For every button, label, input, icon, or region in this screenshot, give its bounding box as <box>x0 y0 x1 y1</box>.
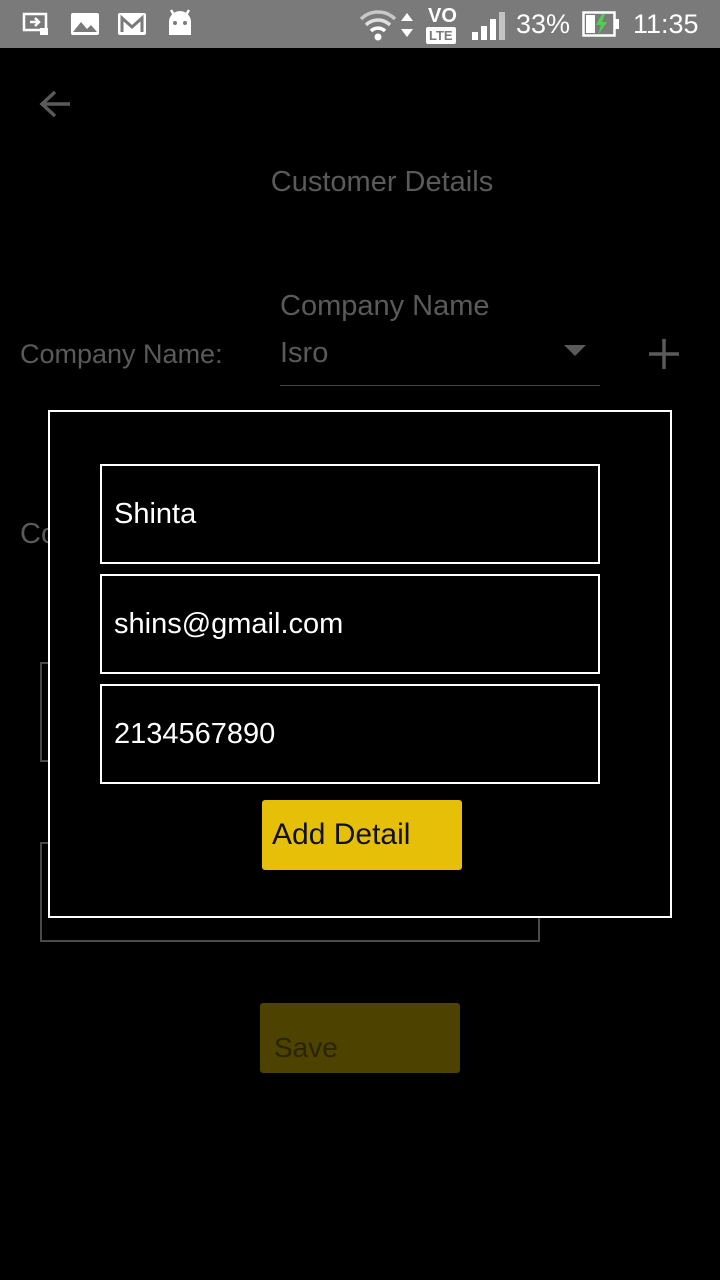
dropdown-caret-icon[interactable] <box>564 345 586 356</box>
back-arrow-icon[interactable] <box>36 84 76 124</box>
screen-cast-icon <box>22 12 48 35</box>
status-bar: VO LTE 33% 11:35 <box>0 0 720 48</box>
page-title: Customer Details <box>270 166 494 198</box>
gallery-icon <box>71 13 99 35</box>
add-detail-button[interactable]: Add Detail <box>262 800 462 870</box>
volte-text: VO <box>428 5 457 27</box>
gmail-icon <box>118 13 146 35</box>
data-arrows-icon <box>401 13 413 37</box>
android-icon <box>169 9 191 35</box>
battery-charging-icon <box>582 11 619 37</box>
battery-percent: 33% <box>516 9 571 39</box>
clock: 11:35 <box>633 9 699 39</box>
wifi-icon <box>359 10 397 41</box>
company-name-label: Company Name: <box>20 339 223 369</box>
lte-badge: LTE <box>426 27 456 44</box>
save-button[interactable]: Save <box>260 1003 460 1073</box>
add-company-plus-icon[interactable] <box>646 336 682 372</box>
spinner-underline <box>280 385 600 386</box>
name-field[interactable] <box>100 464 600 564</box>
screen: VO LTE 33% 11:35 Customer Details Compan… <box>0 0 720 1280</box>
email-field[interactable] <box>100 574 600 674</box>
company-name-hint: Company Name <box>280 290 490 322</box>
signal-icon <box>472 12 505 40</box>
add-detail-dialog: Add Detail <box>48 410 672 918</box>
phone-field[interactable] <box>100 684 600 784</box>
volte-icon: VO LTE <box>426 5 462 45</box>
company-spinner[interactable]: Isro <box>280 337 328 370</box>
